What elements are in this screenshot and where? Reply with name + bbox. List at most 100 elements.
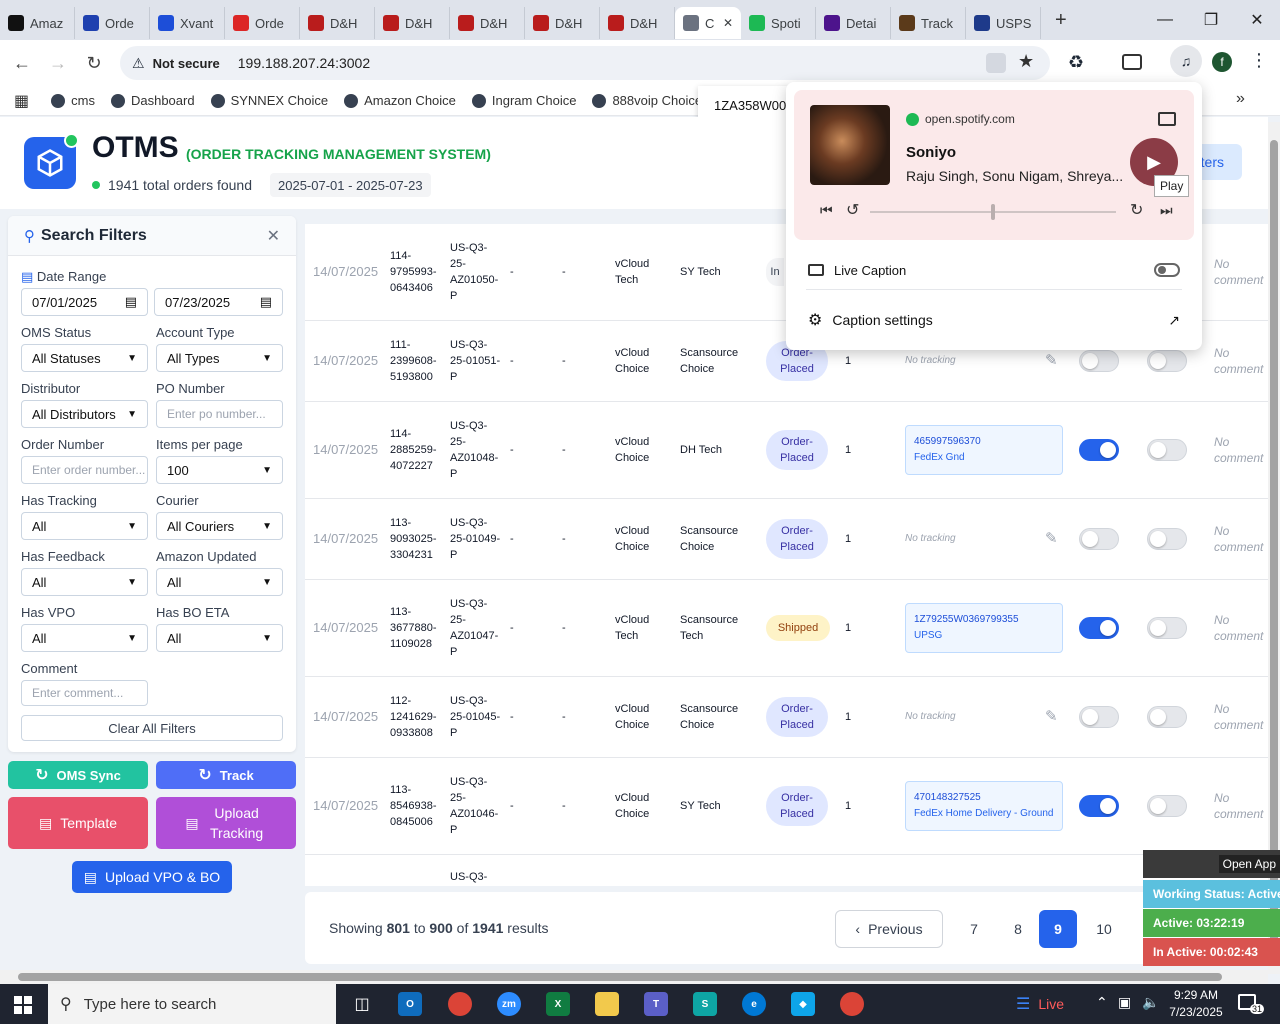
tracking-box[interactable]: 465997596370 FedEx Gnd: [905, 425, 1063, 475]
close-filters-icon[interactable]: ✕: [267, 226, 280, 246]
browser-tab[interactable]: Orde: [225, 7, 300, 39]
extensions-icon[interactable]: ♻: [1068, 52, 1084, 73]
pencil-icon[interactable]: ✎: [1045, 709, 1058, 725]
progress-track[interactable]: [870, 204, 1116, 220]
apps-grid-icon[interactable]: ▦: [14, 91, 29, 111]
close-window-icon[interactable]: ✕: [1234, 0, 1280, 40]
feedback-toggle[interactable]: [1147, 528, 1187, 550]
current-page-button[interactable]: 9: [1039, 910, 1077, 948]
oms-status-select[interactable]: All Statuses ▼: [21, 344, 148, 372]
file-explorer-icon[interactable]: [595, 992, 619, 1016]
teams-icon[interactable]: T: [644, 992, 668, 1016]
outlook-icon[interactable]: O: [398, 992, 422, 1016]
track-button[interactable]: ↻ Track: [156, 761, 296, 789]
browser-tab[interactable]: USPS: [966, 7, 1041, 39]
oms-sync-button[interactable]: ↻ OMS Sync: [8, 761, 148, 789]
feedback-toggle[interactable]: [1147, 617, 1187, 639]
bookmark-item[interactable]: SYNNEX Choice: [210, 93, 328, 108]
date-to-input[interactable]: 07/23/2025 ▤: [154, 288, 283, 316]
scrollbar-thumb[interactable]: [1270, 140, 1278, 960]
amazon-updated-select[interactable]: All ▼: [156, 568, 283, 596]
order-number-input[interactable]: Enter order number...: [21, 456, 148, 484]
amazon-updated-toggle[interactable]: [1079, 706, 1119, 728]
feedback-toggle[interactable]: [1147, 350, 1187, 372]
open-external-icon[interactable]: ↗: [1168, 312, 1180, 329]
app-s-icon[interactable]: S: [693, 992, 717, 1016]
bookmarks-overflow-icon[interactable]: »: [1236, 90, 1245, 108]
back-arrow-icon[interactable]: ←: [4, 45, 40, 81]
address-bar[interactable]: ⚠ Not secure 199.188.207.24:3002 ★: [120, 46, 1050, 80]
close-tab-icon[interactable]: ✕: [723, 16, 733, 30]
browser-tab[interactable]: Orde: [75, 7, 150, 39]
bookmark-item[interactable]: Amazon Choice: [344, 93, 456, 108]
bookmark-item[interactable]: cms: [51, 93, 95, 108]
open-app-label[interactable]: Open App: [1143, 850, 1280, 878]
app-diamond-icon[interactable]: ◆: [791, 992, 815, 1016]
seek-forward-icon[interactable]: ↻: [1130, 200, 1143, 220]
distributor-select[interactable]: All Distributors ▼: [21, 400, 148, 428]
template-button[interactable]: ▤ Template: [8, 797, 148, 849]
amazon-updated-toggle[interactable]: [1079, 617, 1119, 639]
zoom-icon[interactable]: zm: [497, 992, 521, 1016]
account-type-select[interactable]: All Types ▼: [156, 344, 283, 372]
bookmark-item[interactable]: Dashboard: [110, 93, 195, 108]
date-from-input[interactable]: 07/01/2025 ▤: [21, 288, 148, 316]
page-button[interactable]: 10: [1085, 910, 1123, 948]
amazon-updated-toggle[interactable]: [1079, 795, 1119, 817]
courier-select[interactable]: All Couriers ▼: [156, 512, 283, 540]
browser-tab[interactable]: D&H: [450, 7, 525, 39]
star-icon[interactable]: ★: [1018, 51, 1034, 72]
browser-tab[interactable]: D&H: [600, 7, 675, 39]
taskbar-search[interactable]: ⚲ Type here to search: [48, 984, 336, 1024]
windows-start-icon[interactable]: [14, 996, 32, 1014]
previous-track-icon[interactable]: ⏮: [820, 202, 833, 219]
upload-vpo-button[interactable]: ▤ Upload VPO & BO: [72, 861, 232, 893]
volume-icon[interactable]: 🔈: [1142, 994, 1159, 1011]
caption-settings-row[interactable]: ⚙ Caption settings ↗: [808, 310, 1180, 330]
tray-chevron-icon[interactable]: ⌃: [1096, 994, 1108, 1011]
bookmark-item[interactable]: 888voip Choice: [592, 93, 702, 108]
amazon-updated-toggle[interactable]: [1079, 528, 1119, 550]
chrome-icon[interactable]: [840, 992, 864, 1016]
amazon-updated-toggle[interactable]: [1079, 439, 1119, 461]
network-icon[interactable]: ▣: [1118, 994, 1131, 1011]
has-vpo-select[interactable]: All ▼: [21, 624, 148, 652]
has-feedback-select[interactable]: All ▼: [21, 568, 148, 596]
pencil-icon[interactable]: ✎: [1045, 353, 1058, 369]
picture-in-picture-icon[interactable]: [1158, 112, 1176, 126]
browser-tab[interactable]: Detai: [816, 7, 891, 39]
has-tracking-select[interactable]: All ▼: [21, 512, 148, 540]
browser-tab[interactable]: Spoti: [741, 7, 816, 39]
feedback-toggle[interactable]: [1147, 706, 1187, 728]
page-scrollbar[interactable]: [1268, 122, 1280, 974]
comment-input[interactable]: Enter comment...: [21, 680, 148, 706]
search-page-icon[interactable]: [986, 53, 1006, 73]
media-control-icon[interactable]: ♫: [1170, 45, 1202, 77]
reload-icon[interactable]: ↻: [76, 45, 112, 81]
feedback-toggle[interactable]: [1147, 795, 1187, 817]
forward-arrow-icon[interactable]: →: [40, 45, 76, 81]
menu-icon[interactable]: ⋮: [1250, 50, 1268, 71]
browser-tab[interactable]: C ✕: [675, 7, 741, 39]
live-caption-toggle[interactable]: [1154, 263, 1180, 277]
browser-tab[interactable]: Amaz: [0, 7, 75, 39]
progress-handle[interactable]: [991, 204, 995, 220]
items-per-page-select[interactable]: 100 ▼: [156, 456, 283, 484]
amazon-updated-toggle[interactable]: [1079, 350, 1119, 372]
browser-tab[interactable]: Xvant: [150, 7, 225, 39]
seek-back-icon[interactable]: ↺: [846, 200, 859, 220]
browser-tab[interactable]: Track: [891, 7, 966, 39]
horizontal-scrollbar[interactable]: [0, 970, 1268, 984]
tab-search-icon[interactable]: [1122, 54, 1142, 70]
po-number-input[interactable]: Enter po number...: [156, 400, 283, 428]
browser-tab[interactable]: D&H: [375, 7, 450, 39]
upload-tracking-button[interactable]: ▤ Upload Tracking: [156, 797, 296, 849]
pencil-icon[interactable]: ✎: [1045, 531, 1058, 547]
feedback-toggle[interactable]: [1147, 439, 1187, 461]
clear-filters-button[interactable]: Clear All Filters: [21, 715, 283, 741]
task-view-icon[interactable]: ◫: [350, 992, 374, 1016]
page-button[interactable]: 8: [999, 910, 1037, 948]
page-button[interactable]: 7: [955, 910, 993, 948]
scrollbar-thumb[interactable]: [18, 973, 1222, 981]
browser-tab[interactable]: D&H: [300, 7, 375, 39]
